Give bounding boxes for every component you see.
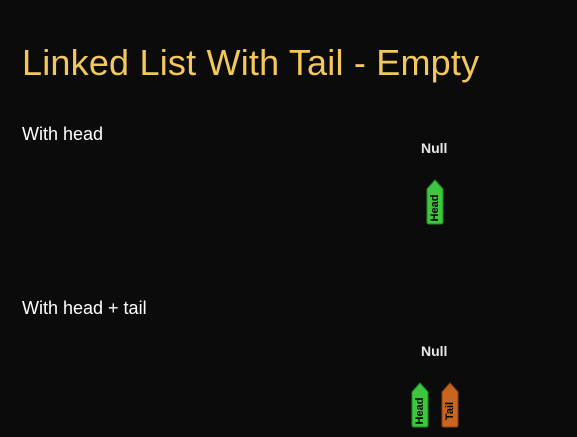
slide: Linked List With Tail - Empty With head …	[0, 0, 577, 437]
section-label-with-head: With head	[22, 124, 104, 144]
tail-pointer-label: Tail	[444, 401, 456, 421]
section-label-with-head-tail: With head + tail	[22, 298, 147, 318]
head-pointer-label: Head	[429, 194, 441, 222]
head-pointer: Head	[411, 382, 429, 428]
head-pointer-label: Head	[414, 397, 426, 425]
null-label: Null	[421, 140, 448, 156]
tail-pointer: Tail	[441, 382, 459, 428]
null-label: Null	[421, 343, 448, 359]
head-pointer: Head	[426, 179, 444, 225]
slide-title: Linked List With Tail - Empty	[22, 42, 480, 83]
